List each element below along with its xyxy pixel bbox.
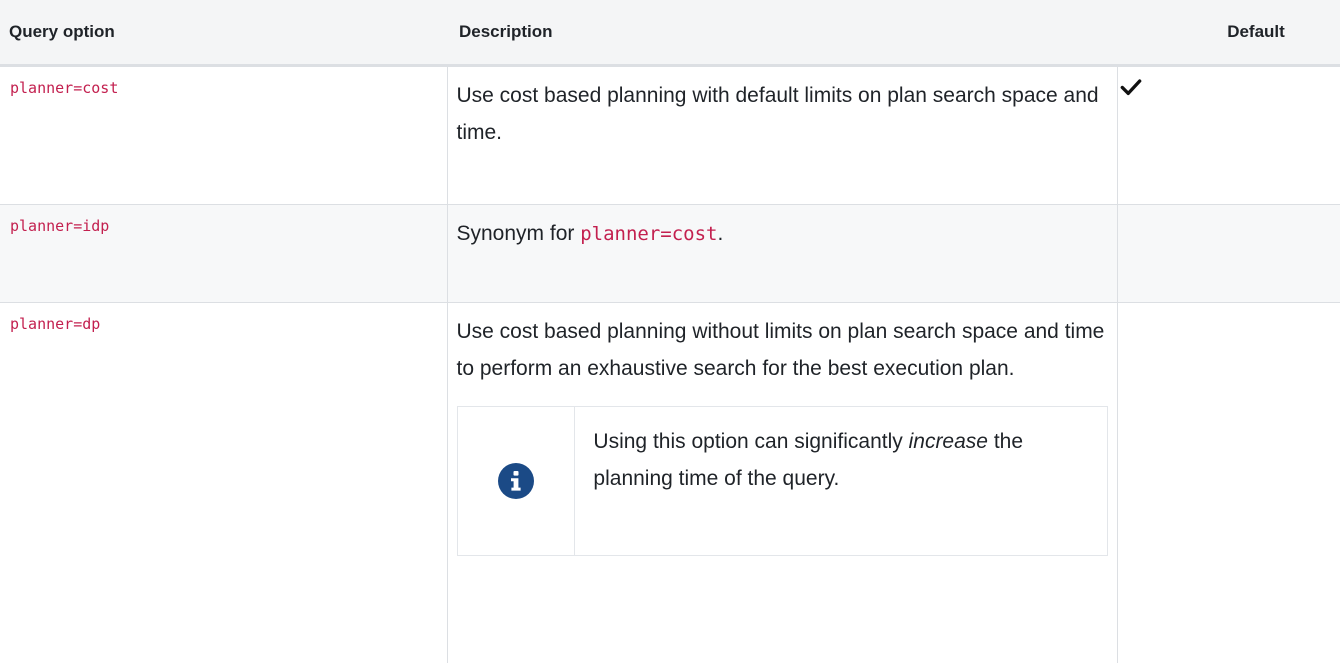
- table-header: Query option Description Default: [0, 0, 1340, 67]
- option-code: planner=idp: [10, 216, 110, 235]
- description-text: Use cost based planning without limits o…: [456, 319, 1105, 380]
- option-cell: planner=dp: [0, 302, 448, 663]
- description-text: Synonym for planner=cost.: [457, 215, 1107, 253]
- description-text: Use cost based planning with default lim…: [456, 83, 1099, 144]
- column-header-default: Default: [1117, 0, 1340, 67]
- table-row: planner=dp Use cost based planning witho…: [0, 302, 1340, 663]
- header-row: Query option Description Default: [0, 0, 1340, 67]
- option-code: planner=cost: [10, 78, 119, 97]
- query-options-table: Query option Description Default planner…: [0, 0, 1340, 663]
- note-icon-cell: [458, 406, 576, 555]
- table-row: planner=cost Use cost based planning wit…: [0, 65, 1340, 205]
- description-cell: Synonym for planner=cost.: [447, 204, 1118, 303]
- info-icon: [497, 462, 534, 499]
- checkmark-icon: [1120, 78, 1141, 95]
- note-text: Using this option can significantly incr…: [575, 407, 1106, 555]
- option-code: planner=dp: [10, 314, 101, 333]
- column-header-query-option: Query option: [0, 0, 447, 67]
- description-cell: Use cost based planning with default lim…: [447, 65, 1118, 205]
- option-cell: planner=cost: [0, 65, 448, 205]
- info-glyph-icon: [510, 470, 521, 491]
- description-prefix: Synonym for: [456, 221, 581, 245]
- note-text-before: Using this option can significantly: [593, 429, 909, 453]
- description-suffix: .: [717, 221, 724, 245]
- query-options-table-container: Query option Description Default planner…: [0, 0, 1340, 663]
- option-cell: planner=idp: [0, 204, 448, 303]
- default-cell: [1117, 302, 1340, 663]
- note-text-emphasis: increase: [908, 429, 988, 453]
- note-admonition: Using this option can significantly incr…: [456, 405, 1108, 556]
- column-header-description: Description: [447, 0, 1117, 67]
- default-cell: [1117, 204, 1340, 303]
- table-body: planner=cost Use cost based planning wit…: [0, 65, 1340, 663]
- table-row: planner=idp Synonym for planner=cost.: [0, 204, 1340, 303]
- default-cell: [1117, 65, 1340, 205]
- description-cell: Use cost based planning without limits o…: [447, 302, 1118, 663]
- inline-code: planner=cost: [580, 222, 718, 245]
